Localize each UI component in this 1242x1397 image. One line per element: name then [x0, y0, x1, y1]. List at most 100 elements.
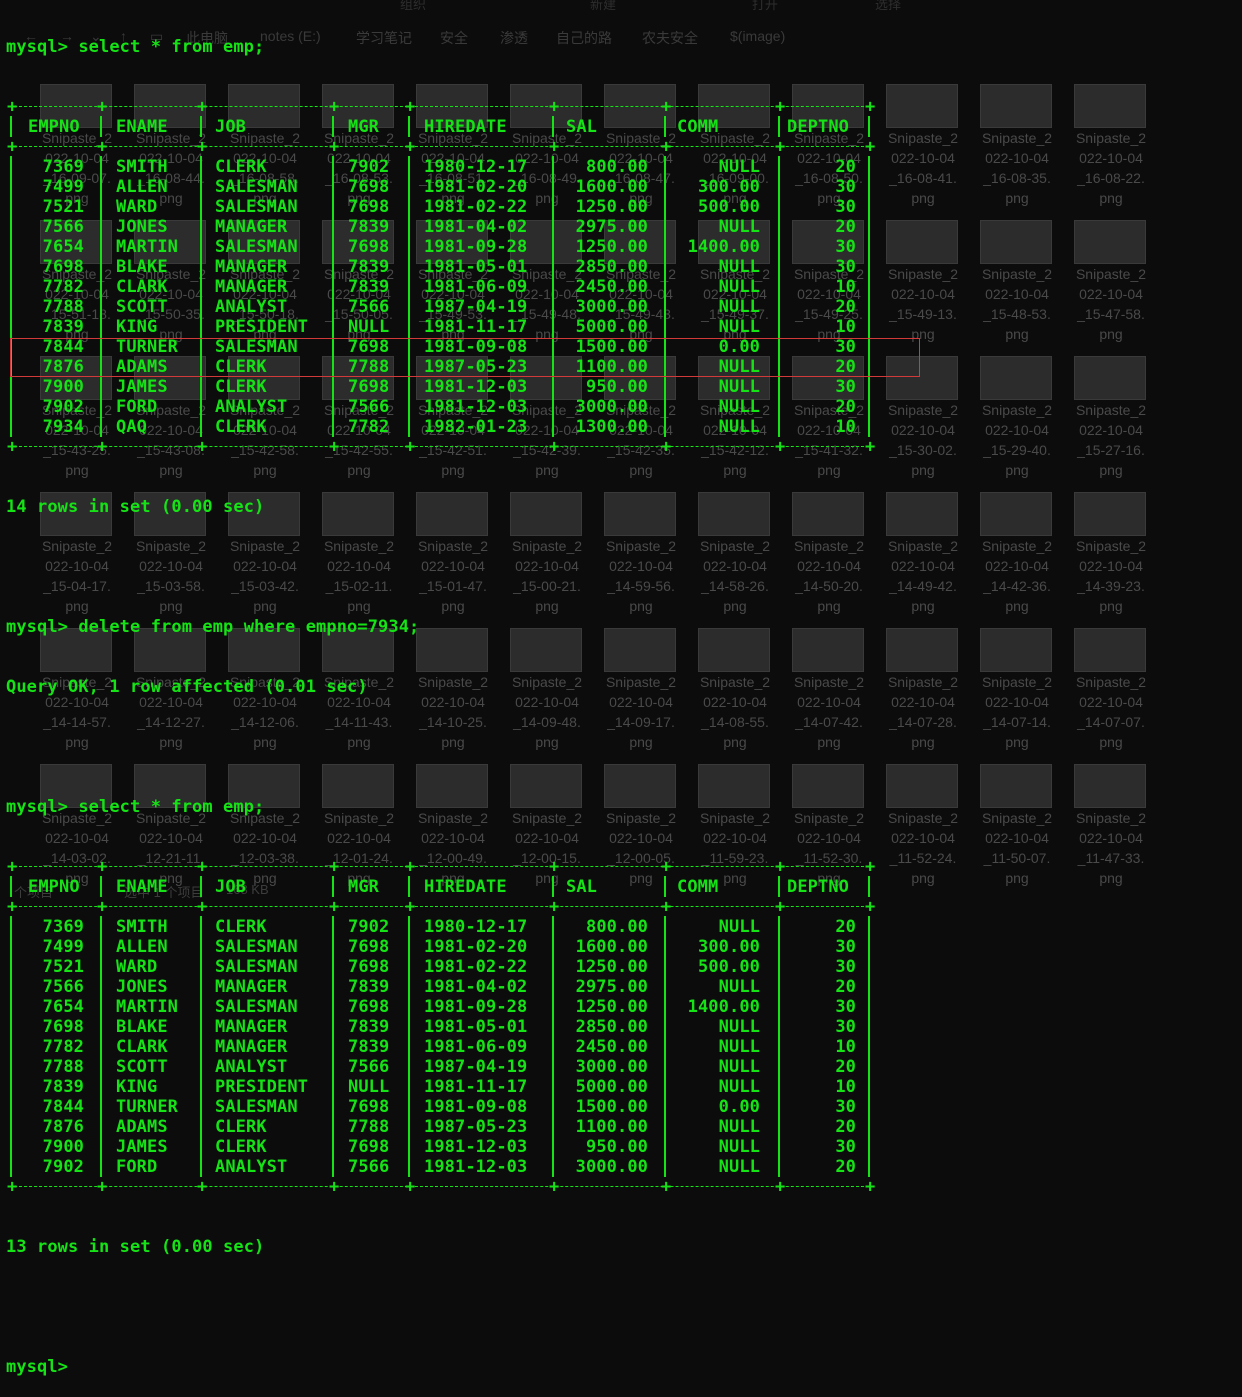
image-preview [886, 492, 958, 536]
table-cell: 2975.00 [575, 977, 648, 997]
column-divider [10, 1056, 12, 1077]
file-name-label: Snipaste_2 022-10-04 _12-00-05. png [594, 808, 688, 888]
file-thumbnail[interactable]: Snipaste_2 022-10-04 _15-47-58. png [1064, 220, 1158, 356]
table-row: 7934 QAQ CLERK 7782 1982-01-23 1300.00 NULL 10 [6, 416, 870, 437]
file-thumbnail[interactable]: Snipaste_2 022-10-04 _11-47-33. png [1064, 764, 1158, 900]
file-thumbnail[interactable]: Snipaste_2 022-10-04 _14-09-17. png [594, 628, 688, 764]
file-thumbnail[interactable]: Snipaste_2 022-10-04 _14-50-20. png [782, 492, 876, 628]
file-thumbnail[interactable]: Snipaste_2 022-10-04 _14-39-23. png [1064, 492, 1158, 628]
file-name-label: Snipaste_2 022-10-04 _14-59-56. png [594, 536, 688, 616]
ribbon-open[interactable]: 打开 [752, 0, 778, 13]
image-preview [416, 492, 488, 536]
mysql-terminal[interactable]: mysql> select * from emp; + + + + + + + + + EMPNO… [6, 0, 875, 1397]
breadcrumb-4[interactable]: 渗透 [500, 28, 528, 48]
file-name-line: Snipaste_2 [887, 538, 959, 554]
column-divider [10, 296, 12, 317]
file-thumbnail[interactable]: Snipaste_2 022-10-04 _15-01-47. png [406, 492, 500, 628]
ribbon-select[interactable]: 选择 [875, 0, 901, 13]
file-thumbnail[interactable]: Snipaste_2 022-10-04 _14-49-42. png [876, 492, 970, 628]
column-divider [332, 316, 334, 337]
file-thumbnail[interactable]: Snipaste_2 022-10-04 _14-58-26. png [688, 492, 782, 628]
result-table: + + + + + + + + + EMPNO ENAME JOB MGR HIREDATE SAL COMM… [6, 857, 875, 1197]
table-cell: 7698 [348, 937, 390, 957]
file-name-line: png [817, 734, 841, 750]
file-name-line: png [911, 598, 935, 614]
column-divider [200, 1096, 202, 1117]
column-divider [100, 916, 102, 937]
column-header: EMPNO [28, 877, 80, 897]
file-name-line: png [817, 462, 841, 478]
file-thumbnail[interactable]: Snipaste_2 022-10-04 _12-00-05. png [594, 764, 688, 900]
table-row: 7839 KING PRESIDENT NULL 1981-11-17 5000.00 NU… [6, 316, 870, 337]
file-thumbnail[interactable]: Snipaste_2 022-10-04 _16-08-22. png [1064, 84, 1158, 220]
file-thumbnail[interactable]: Snipaste_2 022-10-04 _15-00-21. png [500, 492, 594, 628]
column-divider [10, 936, 12, 957]
column-divider [10, 1036, 12, 1057]
column-divider [10, 156, 12, 177]
file-thumbnail[interactable]: Snipaste_2 022-10-04 _11-50-07. png [970, 764, 1064, 900]
table-cell: 20 [835, 1057, 856, 1077]
column-divider [664, 1156, 666, 1177]
column-divider [100, 1056, 102, 1077]
file-thumbnail[interactable]: Snipaste_2 022-10-04 _14-07-42. png [782, 628, 876, 764]
column-divider [200, 956, 202, 977]
column-divider [664, 416, 666, 437]
file-thumbnail[interactable]: Snipaste_2 022-10-04 _14-10-25. png [406, 628, 500, 764]
table-cell: 950.00 [585, 377, 648, 397]
breadcrumb-7[interactable]: $(image) [730, 28, 785, 44]
input-prompt[interactable]: mysql> [6, 1357, 419, 1377]
table-cell: NULL [718, 277, 760, 297]
table-row: 7844 TURNER SALESMAN 7698 1981-09-08 1500.00 0… [6, 1096, 870, 1117]
breadcrumb-3[interactable]: 安全 [440, 28, 468, 48]
column-header: JOB [215, 117, 247, 137]
column-header: MGR [348, 877, 380, 897]
table-cell: 7839 [348, 277, 390, 297]
file-thumbnail[interactable]: Snipaste_2 022-10-04 _14-59-56. png [594, 492, 688, 628]
column-divider [332, 916, 334, 937]
column-divider [200, 196, 202, 217]
ribbon-new[interactable]: 新建 [590, 0, 616, 13]
table-cell: 7782 [42, 277, 84, 297]
table-cell: 20 [835, 1117, 856, 1137]
table-cell: 1250.00 [575, 197, 648, 217]
column-divider [408, 176, 410, 197]
file-thumbnail[interactable]: Snipaste_2 022-10-04 _15-48-53. png [970, 220, 1064, 356]
file-thumbnail[interactable]: Snipaste_2 022-10-04 _14-08-55. png [688, 628, 782, 764]
image-preview [510, 764, 582, 808]
breadcrumb-6[interactable]: 农夫安全 [642, 28, 698, 48]
file-name-line: Snipaste_2 [699, 538, 771, 554]
column-divider [868, 376, 870, 397]
breadcrumb-5[interactable]: 自己的路 [556, 28, 612, 48]
file-name-line: png [535, 462, 559, 478]
column-divider [200, 1116, 202, 1137]
table-cell: CLERK [215, 377, 267, 397]
table-cell: 1980-12-17 [424, 157, 528, 177]
table-cell: NULL [718, 1057, 760, 1077]
column-divider [664, 876, 666, 897]
table-cell: SALESMAN [215, 997, 298, 1017]
file-thumbnail[interactable]: Snipaste_2 022-10-04 _15-29-40. png [970, 356, 1064, 492]
file-thumbnail[interactable]: Snipaste_2 022-10-04 _16-08-35. png [970, 84, 1064, 220]
file-thumbnail[interactable]: Snipaste_2 022-10-04 _14-07-28. png [876, 628, 970, 764]
table-cell: JONES [116, 217, 168, 237]
file-thumbnail[interactable]: Snipaste_2 022-10-04 _15-49-13. png [876, 220, 970, 356]
column-divider [552, 1116, 554, 1137]
file-thumbnail[interactable]: Snipaste_2 022-10-04 _14-07-14. png [970, 628, 1064, 764]
command-line: mysql> select * from emp; [6, 37, 265, 57]
image-preview [980, 220, 1052, 264]
table-cell: 10 [835, 277, 856, 297]
file-thumbnail[interactable]: Snipaste_2 022-10-04 _15-27-16. png [1064, 356, 1158, 492]
table-cell: 7698 [348, 237, 390, 257]
column-divider [778, 216, 780, 237]
file-thumbnail[interactable]: Snipaste_2 022-10-04 _14-09-48. png [500, 628, 594, 764]
table-row: 7839 KING PRESIDENT NULL 1981-11-17 5000.00 NU… [6, 1076, 870, 1097]
table-cell: ADAMS [116, 1117, 168, 1137]
file-thumbnail[interactable]: Snipaste_2 022-10-04 _11-52-24. png [876, 764, 970, 900]
file-thumbnail[interactable]: Snipaste_2 022-10-04 _14-42-36. png [970, 492, 1064, 628]
file-thumbnail[interactable]: Snipaste_2 022-10-04 _16-08-41. png [876, 84, 970, 220]
file-name-line: Snipaste_2 [793, 674, 865, 690]
column-divider [408, 996, 410, 1017]
column-divider [664, 1116, 666, 1137]
file-thumbnail[interactable]: Snipaste_2 022-10-04 _14-07-07. png [1064, 628, 1158, 764]
file-name-line: Snipaste_2 [417, 810, 489, 826]
